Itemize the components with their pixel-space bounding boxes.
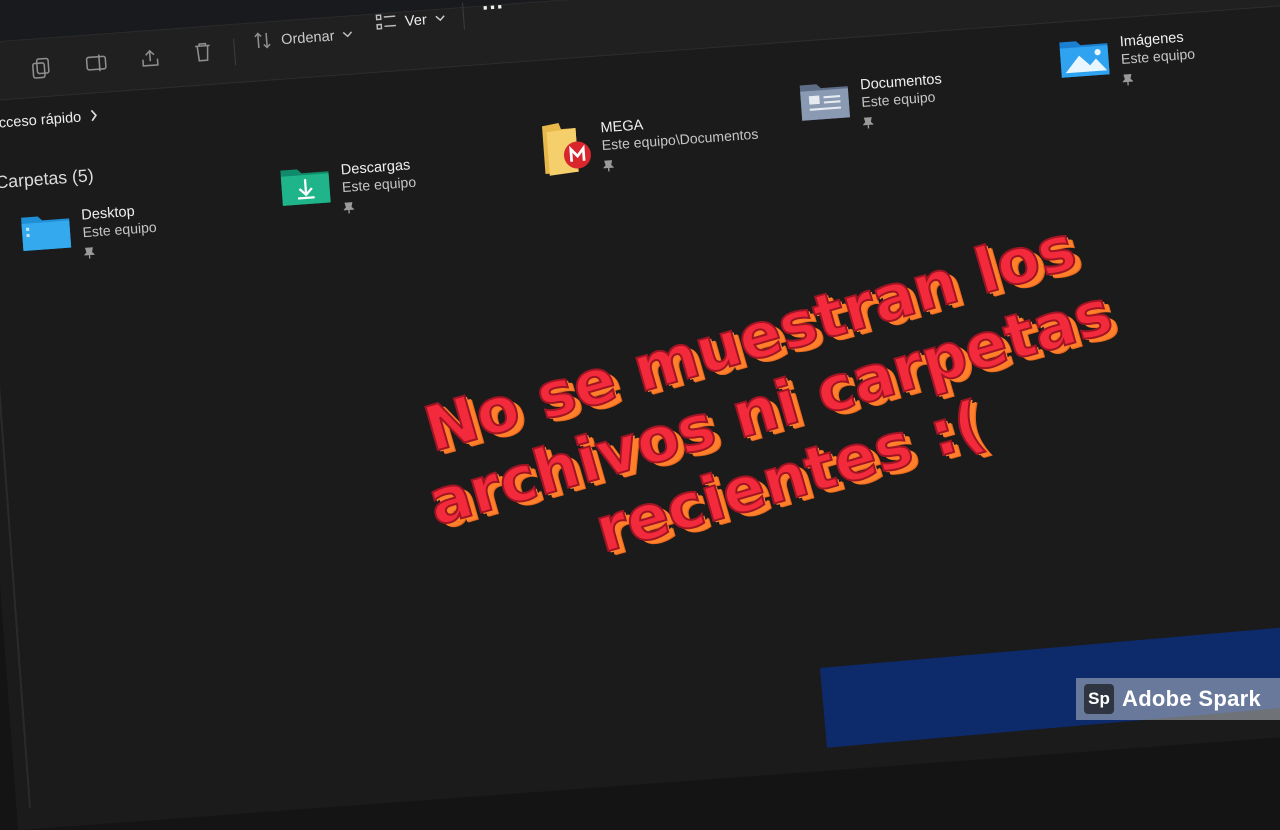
toolbar-divider: [233, 38, 237, 66]
pin-icon: [862, 110, 945, 135]
folder-location: Este equipo: [1120, 46, 1196, 68]
folder-location: Este equipo: [82, 219, 158, 241]
folders-section-title: Carpetas (5): [0, 165, 95, 193]
documents-folder-icon: [797, 76, 852, 125]
chevron-down-icon: [343, 31, 353, 38]
copy-icon[interactable]: [30, 56, 52, 80]
sort-button[interactable]: Ordenar: [251, 23, 354, 51]
downloads-folder-icon: [278, 161, 333, 210]
sort-label: Ordenar: [280, 26, 336, 48]
pin-icon: [343, 196, 418, 220]
more-options-button[interactable]: …: [480, 0, 505, 16]
chevron-down-icon: [435, 15, 445, 22]
pin-icon: [83, 241, 159, 265]
view-list-icon: [375, 14, 396, 30]
rename-icon[interactable]: [84, 52, 108, 74]
pin-icon: [1122, 68, 1197, 92]
adobe-spark-watermark: Sp Adobe Spark: [1076, 678, 1280, 720]
folder-tile-documents[interactable]: Documentos Este equipo: [797, 69, 945, 140]
adobe-spark-text: Adobe Spark: [1122, 686, 1261, 711]
folder-tile-pictures[interactable]: Imágenes Este equipo: [1057, 26, 1198, 96]
navigation-pane-edge: [0, 185, 32, 809]
breadcrumb-label: Acceso rápido: [0, 108, 82, 132]
breadcrumb[interactable]: Acceso rápido: [0, 107, 98, 132]
mega-folder-icon: [538, 119, 593, 176]
pictures-folder-icon: [1057, 33, 1112, 82]
desktop-folder-icon: [18, 206, 73, 255]
adobe-spark-logo: Sp: [1084, 684, 1114, 714]
view-button[interactable]: Ver: [375, 8, 446, 32]
folder-tile-mega[interactable]: MEGA Este equipo\Documentos: [538, 106, 761, 182]
folder-tile-downloads[interactable]: Descargas Este equipo: [278, 154, 419, 224]
chevron-right-icon: [90, 109, 97, 122]
view-label: Ver: [404, 10, 428, 29]
share-icon[interactable]: [138, 46, 162, 70]
delete-icon[interactable]: [192, 40, 214, 64]
folder-location: Este equipo: [341, 174, 417, 196]
cut-icon[interactable]: [0, 62, 1, 84]
sort-icon: [254, 32, 271, 49]
folder-tile-desktop[interactable]: Desktop Este equipo: [18, 200, 159, 270]
